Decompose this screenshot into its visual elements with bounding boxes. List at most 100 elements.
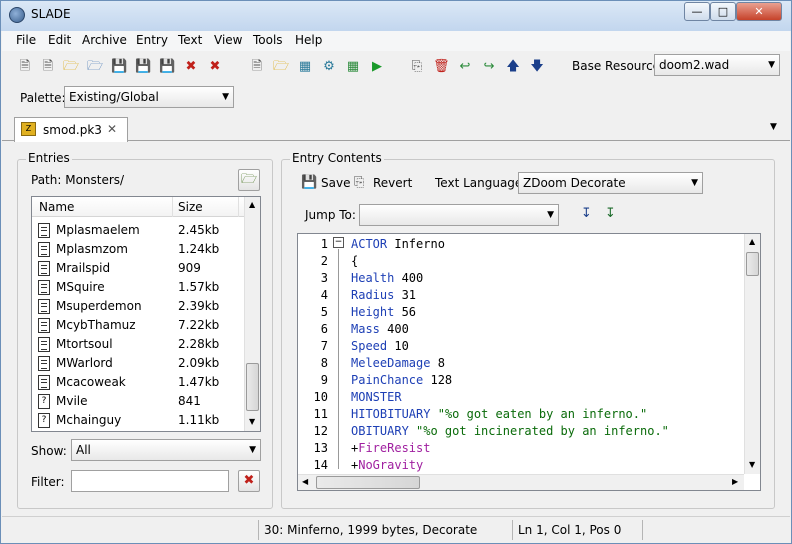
close-all-icon[interactable]: ✖ — [207, 59, 223, 75]
close-archive-icon[interactable]: ✖ — [183, 59, 199, 75]
list-item[interactable]: Mcacoweak 1.47kb — [32, 373, 244, 392]
save-all-icon[interactable]: 💾 — [159, 59, 175, 75]
scroll-up-icon[interactable]: ▲ — [249, 200, 255, 209]
code-line[interactable]: 6 Mass 400 — [298, 321, 746, 338]
open-dir-icon[interactable]: 🗁 — [87, 59, 103, 75]
list-item[interactable]: ? Mvile 841 — [32, 392, 244, 411]
code-line[interactable]: 13 +FireResist — [298, 440, 746, 457]
tab-smod-pk3[interactable]: Z smod.pk3 ✕ — [14, 117, 128, 142]
list-item[interactable]: Mtortsoul 2.28kb — [32, 335, 244, 354]
delete-entry-icon[interactable]: 🗑 — [433, 59, 450, 75]
entry-size: 2.28kb — [178, 337, 220, 351]
jump-to-dropdown[interactable]: ▼ — [359, 204, 559, 226]
code-line[interactable]: 8 MeleeDamage 8 — [298, 355, 746, 372]
zip-archive-icon: Z — [21, 122, 36, 136]
code-token: Mass — [351, 322, 380, 336]
maximize-button[interactable]: □ — [710, 2, 736, 21]
code-line[interactable]: 9 PainChance 128 — [298, 372, 746, 389]
entry-size: 841 — [178, 394, 201, 408]
title-bar: SLADE — □ ✕ — [1, 1, 791, 31]
list-item[interactable]: Mplasmzom 1.24kb — [32, 240, 244, 259]
sort-descending-icon[interactable]: ↧ — [605, 206, 616, 221]
copy-entry-icon[interactable]: ⎘ — [409, 59, 425, 75]
menu-entry[interactable]: Entry — [136, 33, 168, 47]
map-editor-icon[interactable]: ▦ — [345, 59, 361, 75]
new-dir-icon[interactable]: 🗁 — [273, 59, 289, 75]
list-item[interactable]: ? Mchainguy 1.11kb — [32, 411, 244, 430]
base-resource-dropdown[interactable]: doom2.wad ▼ — [654, 54, 780, 76]
scroll-down-icon[interactable]: ▼ — [749, 460, 755, 469]
tab-menu-icon[interactable]: ▼ — [770, 122, 777, 132]
show-label: Show: — [31, 444, 67, 458]
sort-ascending-icon[interactable]: ↧ — [581, 206, 592, 221]
list-item[interactable]: Mrailspid 909 — [32, 259, 244, 278]
entry-list[interactable]: Name Size Mplasmaelem 2.45kb Mplasmzom 1.24… — [31, 196, 261, 432]
move-down-icon[interactable]: 🡇 — [529, 59, 545, 75]
code-text: Radius 31 — [351, 288, 416, 302]
list-item[interactable]: McybThamuz 7.22kb — [32, 316, 244, 335]
status-entry-info: 30: Minferno, 1999 bytes, Decorate — [264, 523, 478, 537]
run-icon[interactable]: ▶ — [369, 59, 385, 75]
list-item[interactable]: MSquire 1.57kb — [32, 278, 244, 297]
save-as-icon[interactable]: 💾 — [135, 59, 151, 75]
export-entry-icon[interactable]: ↪ — [481, 59, 497, 75]
palette-dropdown[interactable]: Existing/Global ▼ — [64, 86, 234, 108]
import-entry-icon[interactable]: ↩ — [457, 59, 473, 75]
code-line[interactable]: 4 Radius 31 — [298, 287, 746, 304]
save-icon[interactable]: 💾 — [301, 175, 317, 190]
code-line[interactable]: 14 +NoGravity — [298, 457, 746, 474]
filter-input[interactable] — [71, 470, 229, 492]
revert-button[interactable]: Revert — [373, 176, 412, 190]
open-archive-icon[interactable]: 🗁 — [63, 59, 79, 75]
code-line[interactable]: 12 OBITUARY "%o got incinerated by an inf… — [298, 423, 746, 440]
menu-archive[interactable]: Archive — [82, 33, 127, 47]
scroll-left-icon[interactable]: ◀ — [302, 477, 308, 486]
code-line[interactable]: 1 ACTOR Inferno — [298, 236, 746, 253]
column-size-header[interactable]: Size — [178, 200, 203, 214]
minimize-button[interactable]: — — [684, 2, 710, 21]
save-icon[interactable]: 💾 — [111, 59, 127, 75]
scroll-thumb[interactable] — [746, 252, 759, 276]
up-dir-button[interactable]: 🗁 — [238, 169, 260, 191]
code-line[interactable]: 10 MONSTER — [298, 389, 746, 406]
clear-filter-button[interactable]: ✖ — [238, 470, 260, 492]
list-item[interactable]: MWarlord 2.09kb — [32, 354, 244, 373]
import-icon[interactable]: ▦ — [297, 59, 313, 75]
menu-text[interactable]: Text — [178, 33, 202, 47]
code-line[interactable]: 3 Health 400 — [298, 270, 746, 287]
new-archive-icon[interactable]: 🗎 — [17, 59, 33, 75]
text-editor[interactable]: 1 ACTOR Inferno 2{3 Health 400 4 Radius 31 5 He… — [297, 233, 761, 491]
new-zip-icon[interactable]: 🗎 — [40, 59, 56, 75]
code-line[interactable]: 7 Speed 10 — [298, 338, 746, 355]
column-name-header[interactable]: Name — [39, 200, 74, 214]
build-icon[interactable]: ⚙ — [321, 59, 337, 75]
menu-file[interactable]: File — [16, 33, 36, 47]
editor-vscrollbar[interactable]: ▲ ▼ — [744, 234, 760, 474]
fold-collapse-icon[interactable]: − — [333, 237, 344, 248]
list-item[interactable]: Msuperdemon 2.39kb — [32, 297, 244, 316]
scroll-up-icon[interactable]: ▲ — [749, 237, 755, 246]
code-line[interactable]: 2{ — [298, 253, 746, 270]
entry-list-scrollbar[interactable]: ▲ ▼ — [244, 197, 260, 431]
hscroll-thumb[interactable] — [316, 476, 420, 489]
menu-help[interactable]: Help — [295, 33, 322, 47]
scroll-right-icon[interactable]: ▶ — [732, 477, 738, 486]
code-line[interactable]: 5 Height 56 — [298, 304, 746, 321]
close-window-button[interactable]: ✕ — [736, 2, 782, 21]
menu-view[interactable]: View — [214, 33, 242, 47]
menu-tools[interactable]: Tools — [253, 33, 283, 47]
menu-edit[interactable]: Edit — [48, 33, 71, 47]
folder-up-icon: 🗁 — [240, 172, 258, 187]
new-entry-icon[interactable]: 🗎 — [249, 59, 265, 75]
scroll-thumb[interactable] — [246, 363, 259, 411]
revert-icon[interactable]: ⎘ — [354, 175, 364, 190]
show-dropdown[interactable]: All ▼ — [71, 439, 261, 461]
close-tab-icon[interactable]: ✕ — [107, 122, 117, 136]
code-line[interactable]: 11 HITOBITUARY "%o got eaten by an infern… — [298, 406, 746, 423]
text-language-dropdown[interactable]: ZDoom Decorate ▼ — [518, 172, 703, 194]
list-item[interactable]: Mplasmaelem 2.45kb — [32, 221, 244, 240]
move-up-icon[interactable]: 🡅 — [505, 59, 521, 75]
save-button[interactable]: Save — [321, 176, 350, 190]
editor-hscrollbar[interactable]: ◀ ▶ — [298, 474, 744, 490]
scroll-down-icon[interactable]: ▼ — [249, 417, 255, 426]
